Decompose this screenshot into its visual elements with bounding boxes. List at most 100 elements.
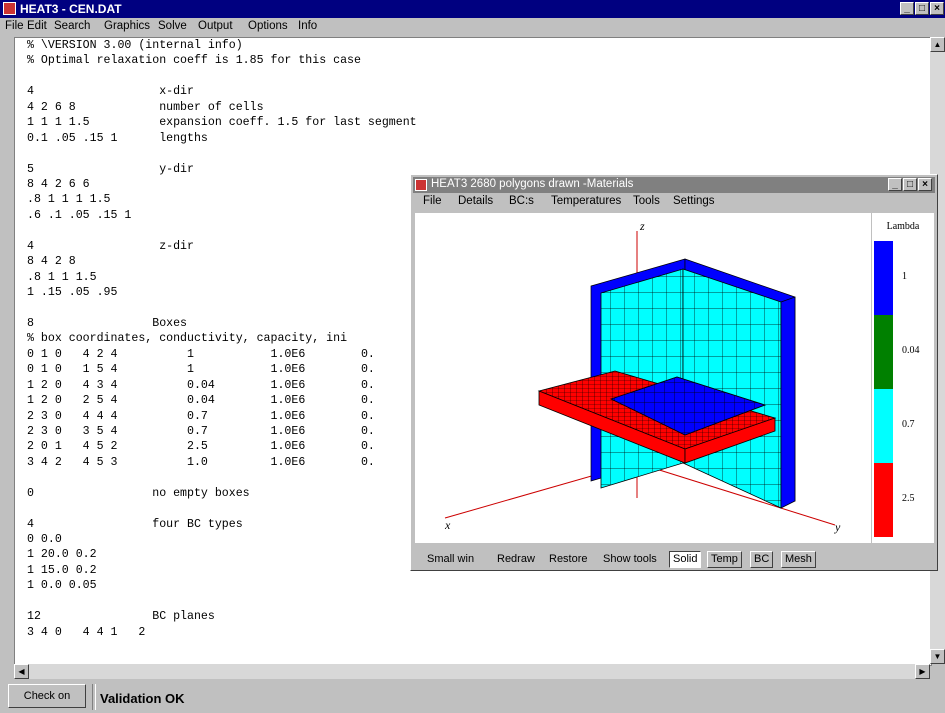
editor-line[interactable]: 8 4 2 8 bbox=[27, 254, 417, 269]
editor-line[interactable]: % box coordinates, conductivity, capacit… bbox=[27, 331, 417, 346]
editor-line[interactable]: .6 .1 .05 .15 1 bbox=[27, 208, 417, 223]
menu-options[interactable]: Options bbox=[248, 20, 288, 32]
scroll-left-icon[interactable]: ◀ bbox=[14, 664, 29, 679]
minimize-button[interactable]: _ bbox=[888, 178, 902, 191]
restore-button[interactable]: Restore bbox=[549, 551, 588, 568]
app-icon bbox=[3, 2, 16, 15]
small-win-button[interactable]: Small win bbox=[427, 551, 474, 568]
legend-value: 1 bbox=[902, 271, 907, 282]
editor-line[interactable]: 8 4 2 6 6 bbox=[27, 177, 417, 192]
editor-line[interactable]: 3 4 2 4 5 3 1.0 1.0E6 0. bbox=[27, 455, 417, 470]
editor-line[interactable] bbox=[27, 300, 417, 315]
editor-line[interactable]: 8 Boxes bbox=[27, 316, 417, 331]
show-tools-button[interactable]: Show tools bbox=[603, 551, 657, 568]
graphics-window[interactable]: HEAT3 2680 polygons drawn -Materials _ □… bbox=[410, 174, 938, 571]
editor-line[interactable]: 4 x-dir bbox=[27, 84, 417, 99]
menu-search[interactable]: Search bbox=[54, 20, 90, 32]
status-separator bbox=[92, 684, 96, 710]
editor-line[interactable]: 0 1 0 1 5 4 1 1.0E6 0. bbox=[27, 362, 417, 377]
redraw-button[interactable]: Redraw bbox=[497, 551, 535, 568]
editor-line[interactable]: 0 1 0 4 2 4 1 1.0E6 0. bbox=[27, 347, 417, 362]
legend-title: Lambda bbox=[886, 221, 920, 232]
editor-line[interactable]: 1 0.0 0.05 bbox=[27, 578, 417, 593]
menu-bar: File Edit Search Graphics Solve Output O… bbox=[0, 18, 945, 35]
legend-value: 0.7 bbox=[902, 419, 915, 430]
editor-line[interactable]: 4 2 6 8 number of cells bbox=[27, 100, 417, 115]
legend-value: 0.04 bbox=[902, 345, 920, 356]
maximize-button[interactable]: □ bbox=[903, 178, 917, 191]
legend-swatch bbox=[874, 315, 893, 389]
graphics-menu-details[interactable]: Details bbox=[458, 195, 493, 207]
horizontal-scrollbar[interactable]: ◀ ▶ bbox=[14, 664, 930, 679]
editor-line[interactable]: 1 .15 .05 .95 bbox=[27, 285, 417, 300]
editor-line[interactable]: 4 four BC types bbox=[27, 517, 417, 532]
editor-line[interactable]: 1 1 1 1.5 expansion coeff. 1.5 for last … bbox=[27, 115, 417, 130]
status-message: Validation OK bbox=[100, 691, 185, 706]
editor-line[interactable] bbox=[27, 470, 417, 485]
editor-line[interactable]: 4 z-dir bbox=[27, 239, 417, 254]
editor-line[interactable] bbox=[27, 594, 417, 609]
graphics-menu-temperatures[interactable]: Temperatures bbox=[551, 195, 621, 207]
legend-swatch bbox=[874, 389, 893, 463]
menu-file[interactable]: File bbox=[5, 20, 24, 32]
editor-line[interactable] bbox=[27, 223, 417, 238]
editor-line[interactable]: 2 3 0 4 4 4 0.7 1.0E6 0. bbox=[27, 409, 417, 424]
legend-value: 2.5 bbox=[902, 493, 915, 504]
3d-model: z x y bbox=[444, 219, 841, 534]
editor-line[interactable]: % Optimal relaxation coeff is 1.85 for t… bbox=[27, 53, 417, 68]
graphics-menu-settings[interactable]: Settings bbox=[673, 195, 715, 207]
editor-line[interactable]: 12 BC planes bbox=[27, 609, 417, 624]
menu-graphics[interactable]: Graphics bbox=[104, 20, 150, 32]
check-on-button[interactable]: Check on bbox=[8, 684, 86, 708]
graphics-window-title: HEAT3 2680 polygons drawn -Materials bbox=[431, 178, 634, 190]
material-legend: Lambda 1 0.04 0.7 2.5 bbox=[872, 213, 934, 543]
y-axis-label: y bbox=[834, 520, 841, 534]
editor-line[interactable]: 0.1 .05 .15 1 lengths bbox=[27, 131, 417, 146]
editor-line[interactable]: .8 1 1 1 1.5 bbox=[27, 192, 417, 207]
editor-line[interactable]: 2 0 1 4 5 2 2.5 1.0E6 0. bbox=[27, 439, 417, 454]
graphics-window-titlebar: HEAT3 2680 polygons drawn -Materials _ □… bbox=[413, 177, 935, 193]
close-button[interactable]: × bbox=[918, 178, 932, 191]
maximize-button[interactable]: □ bbox=[915, 2, 929, 15]
menu-info[interactable]: Info bbox=[298, 20, 317, 32]
editor-line[interactable]: % \VERSION 3.00 (internal info) bbox=[27, 38, 417, 53]
editor-line[interactable] bbox=[27, 69, 417, 84]
graphics-menu-bcs[interactable]: BC:s bbox=[509, 195, 534, 207]
editor-line[interactable]: 0 no empty boxes bbox=[27, 486, 417, 501]
right-edge-strip bbox=[780, 296, 796, 509]
bc-button[interactable]: BC bbox=[750, 551, 774, 568]
editor-line[interactable]: 1 2 0 4 3 4 0.04 1.0E6 0. bbox=[27, 378, 417, 393]
menu-output[interactable]: Output bbox=[198, 20, 233, 32]
3d-view-canvas[interactable]: z x y bbox=[415, 213, 871, 543]
menu-solve[interactable]: Solve bbox=[158, 20, 187, 32]
editor-content[interactable]: % \VERSION 3.00 (internal info)% Optimal… bbox=[27, 38, 417, 640]
graphics-menu-tools[interactable]: Tools bbox=[633, 195, 660, 207]
editor-line[interactable]: 1 20.0 0.2 bbox=[27, 547, 417, 562]
temp-button[interactable]: Temp bbox=[707, 551, 742, 568]
close-button[interactable]: × bbox=[930, 2, 944, 15]
scroll-down-icon[interactable]: ▼ bbox=[930, 649, 945, 664]
editor-line[interactable]: .8 1 1 1.5 bbox=[27, 270, 417, 285]
scroll-up-icon[interactable]: ▲ bbox=[930, 37, 945, 52]
editor-line[interactable]: 1 15.0 0.2 bbox=[27, 563, 417, 578]
minimize-button[interactable]: _ bbox=[900, 2, 914, 15]
mesh-button[interactable]: Mesh bbox=[781, 551, 816, 568]
editor-line[interactable] bbox=[27, 146, 417, 161]
editor-line[interactable]: 3 4 0 4 4 1 2 bbox=[27, 625, 417, 640]
app-icon bbox=[415, 179, 427, 191]
editor-line[interactable]: 0 0.0 bbox=[27, 532, 417, 547]
menu-edit[interactable]: Edit bbox=[27, 20, 47, 32]
editor-line[interactable]: 1 2 0 2 5 4 0.04 1.0E6 0. bbox=[27, 393, 417, 408]
legend-swatch bbox=[874, 241, 893, 315]
z-axis-label: z bbox=[639, 219, 645, 233]
solid-button[interactable]: Solid bbox=[669, 551, 702, 568]
graphics-menu-file[interactable]: File bbox=[423, 195, 442, 207]
editor-line[interactable] bbox=[27, 501, 417, 516]
legend-swatch bbox=[874, 463, 893, 537]
window-title: HEAT3 - CEN.DAT bbox=[20, 2, 122, 16]
main-titlebar: HEAT3 - CEN.DAT _ □ × bbox=[0, 0, 945, 18]
status-bar: Check on Validation OK bbox=[0, 680, 945, 713]
scroll-right-icon[interactable]: ▶ bbox=[915, 664, 930, 679]
editor-line[interactable]: 2 3 0 3 5 4 0.7 1.0E6 0. bbox=[27, 424, 417, 439]
editor-line[interactable]: 5 y-dir bbox=[27, 162, 417, 177]
